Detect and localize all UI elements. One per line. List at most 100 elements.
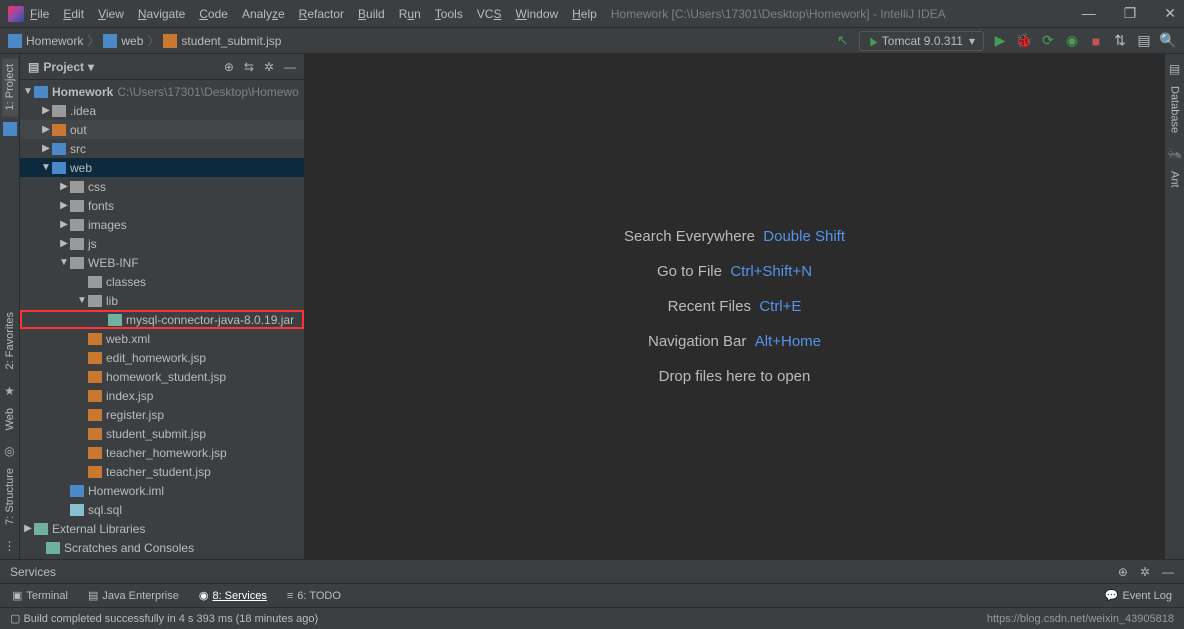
watermark-url: https://blog.csdn.net/weixin_43905818 bbox=[987, 613, 1174, 625]
database-icon: ▤ bbox=[1169, 62, 1180, 76]
target-icon[interactable]: ⊕ bbox=[224, 60, 234, 74]
tab-favorites[interactable]: 2: Favorites bbox=[2, 306, 18, 375]
collapse-icon[interactable]: ⇆ bbox=[244, 60, 254, 74]
tree-folder-js[interactable]: ▶js bbox=[20, 234, 304, 253]
tree-file[interactable]: homework_student.jsp bbox=[20, 367, 304, 386]
hide-icon[interactable]: ― bbox=[284, 60, 296, 74]
hide-icon[interactable]: ― bbox=[1162, 565, 1174, 579]
tab-terminal[interactable]: ▣ Terminal bbox=[12, 589, 68, 602]
hint-search: Search Everywhere Double Shift bbox=[624, 228, 845, 245]
tree-external-libs[interactable]: ▶External Libraries bbox=[20, 519, 304, 538]
tree-folder-idea[interactable]: ▶.idea bbox=[20, 101, 304, 120]
tree-folder-webinf[interactable]: ▼WEB-INF bbox=[20, 253, 304, 272]
tab-ant[interactable]: Ant bbox=[1167, 165, 1183, 194]
run-config-selector[interactable]: Tomcat 9.0.311 ▾ bbox=[859, 31, 984, 51]
event-log-button[interactable]: 💬 Event Log bbox=[1105, 589, 1172, 602]
title-bar: File Edit View Navigate Code Analyze Ref… bbox=[0, 0, 1184, 28]
tree-scratches[interactable]: Scratches and Consoles bbox=[20, 538, 304, 557]
menu-vcs[interactable]: VCS bbox=[477, 7, 502, 21]
close-button[interactable]: ✕ bbox=[1164, 5, 1176, 22]
debug-button[interactable]: 🐞 bbox=[1016, 33, 1032, 49]
tree-file[interactable]: edit_homework.jsp bbox=[20, 348, 304, 367]
services-label: Services bbox=[10, 565, 56, 579]
hint-nav: Navigation Bar Alt+Home bbox=[648, 333, 821, 350]
project-structure-icon[interactable]: ▤ bbox=[1136, 33, 1152, 49]
panel-title[interactable]: ▤ Project ▾ bbox=[28, 60, 94, 74]
tree-file-iml[interactable]: Homework.iml bbox=[20, 481, 304, 500]
tab-database[interactable]: Database bbox=[1167, 80, 1183, 139]
tree-file[interactable]: index.jsp bbox=[20, 386, 304, 405]
menu-build[interactable]: Build bbox=[358, 7, 385, 21]
nav-bar: Homework 〉 web 〉 student_submit.jsp ↖ To… bbox=[0, 28, 1184, 54]
tab-services[interactable]: ◉ 8: Services bbox=[199, 589, 267, 602]
profile-button[interactable]: ◉ bbox=[1064, 33, 1080, 49]
hint-goto: Go to File Ctrl+Shift+N bbox=[657, 263, 812, 280]
hint-drop: Drop files here to open bbox=[659, 368, 811, 385]
menu-tools[interactable]: Tools bbox=[435, 7, 463, 21]
chevron-icon: 〉 bbox=[147, 32, 159, 49]
tree-file[interactable]: teacher_homework.jsp bbox=[20, 443, 304, 462]
hammer-icon[interactable]: ↖ bbox=[835, 33, 851, 49]
editor-empty-state: Search Everywhere Double Shift Go to Fil… bbox=[305, 54, 1164, 559]
menu-code[interactable]: Code bbox=[199, 7, 228, 21]
menu-window[interactable]: Window bbox=[515, 7, 558, 21]
tree-file-sql[interactable]: sql.sql bbox=[20, 500, 304, 519]
hint-recent: Recent Files Ctrl+E bbox=[668, 298, 802, 315]
left-tool-stripe: 1: Project 2: Favorites ★ Web ◎ 7: Struc… bbox=[0, 54, 20, 559]
tree-folder-css[interactable]: ▶css bbox=[20, 177, 304, 196]
status-bar: ▢ Build completed successfully in 4 s 39… bbox=[0, 607, 1184, 629]
menu-run[interactable]: Run bbox=[399, 7, 421, 21]
tree-folder-images[interactable]: ▶images bbox=[20, 215, 304, 234]
status-icon: ▢ bbox=[10, 612, 20, 625]
menu-view[interactable]: View bbox=[98, 7, 124, 21]
tree-folder-src[interactable]: ▶src bbox=[20, 139, 304, 158]
menu-refactor[interactable]: Refactor bbox=[299, 7, 344, 21]
tree-folder-lib[interactable]: ▼lib bbox=[20, 291, 304, 310]
run-button[interactable]: ▶ bbox=[992, 33, 1008, 49]
tree-root[interactable]: ▼HomeworkC:\Users\17301\Desktop\Homewo bbox=[20, 82, 304, 101]
tab-todo[interactable]: ≡ 6: TODO bbox=[287, 590, 341, 602]
tree-file[interactable]: student_submit.jsp bbox=[20, 424, 304, 443]
target-icon[interactable]: ⊕ bbox=[1118, 565, 1128, 579]
tree-folder-out[interactable]: ▶out bbox=[20, 120, 304, 139]
ant-icon: 🐜 bbox=[1167, 147, 1182, 161]
stop-button[interactable]: ■ bbox=[1088, 33, 1104, 49]
gear-icon[interactable]: ✲ bbox=[1140, 565, 1150, 579]
status-message: Build completed successfully in 4 s 393 … bbox=[23, 613, 318, 625]
main-menu: File Edit View Navigate Code Analyze Ref… bbox=[30, 7, 597, 21]
gear-icon[interactable]: ✲ bbox=[264, 60, 274, 74]
tree-file[interactable]: teacher_student.jsp bbox=[20, 462, 304, 481]
breadcrumb-root[interactable]: Homework bbox=[8, 34, 83, 48]
file-icon[interactable] bbox=[3, 122, 17, 136]
search-icon[interactable]: 🔍 bbox=[1160, 33, 1176, 49]
tree-file-jar[interactable]: mysql-connector-java-8.0.19.jar bbox=[20, 310, 304, 329]
project-tree: ▼HomeworkC:\Users\17301\Desktop\Homewo ▶… bbox=[20, 80, 304, 559]
project-panel: ▤ Project ▾ ⊕ ⇆ ✲ ― ▼HomeworkC:\Users\17… bbox=[20, 54, 305, 559]
menu-file[interactable]: File bbox=[30, 7, 49, 21]
tree-folder-web[interactable]: ▼web bbox=[20, 158, 304, 177]
tree-file-webxml[interactable]: web.xml bbox=[20, 329, 304, 348]
vcs-update-icon[interactable]: ⇅ bbox=[1112, 33, 1128, 49]
right-tool-stripe: ▤ Database 🐜 Ant bbox=[1164, 54, 1184, 559]
star-icon: ★ bbox=[4, 384, 15, 398]
tree-folder-classes[interactable]: classes bbox=[20, 272, 304, 291]
maximize-button[interactable]: ❐ bbox=[1124, 5, 1137, 22]
services-bar: Services ⊕ ✲ ― bbox=[0, 559, 1184, 583]
breadcrumb-folder[interactable]: web bbox=[103, 34, 143, 48]
tree-folder-fonts[interactable]: ▶fonts bbox=[20, 196, 304, 215]
globe-icon: ◎ bbox=[4, 444, 14, 458]
menu-edit[interactable]: Edit bbox=[63, 7, 84, 21]
structure-icon: ⋮ bbox=[4, 539, 16, 553]
tab-java-enterprise[interactable]: ▤ Java Enterprise bbox=[88, 589, 179, 602]
tree-file[interactable]: register.jsp bbox=[20, 405, 304, 424]
breadcrumb-file[interactable]: student_submit.jsp bbox=[163, 34, 281, 48]
tab-structure[interactable]: 7: Structure bbox=[2, 462, 18, 531]
tab-project[interactable]: 1: Project bbox=[2, 58, 18, 116]
menu-navigate[interactable]: Navigate bbox=[138, 7, 185, 21]
menu-analyze[interactable]: Analyze bbox=[242, 7, 285, 21]
menu-help[interactable]: Help bbox=[572, 7, 597, 21]
coverage-button[interactable]: ⟳ bbox=[1040, 33, 1056, 49]
bottom-tool-tabs: ▣ Terminal ▤ Java Enterprise ◉ 8: Servic… bbox=[0, 583, 1184, 607]
minimize-button[interactable]: ― bbox=[1082, 5, 1096, 22]
tab-web[interactable]: Web bbox=[2, 402, 18, 436]
